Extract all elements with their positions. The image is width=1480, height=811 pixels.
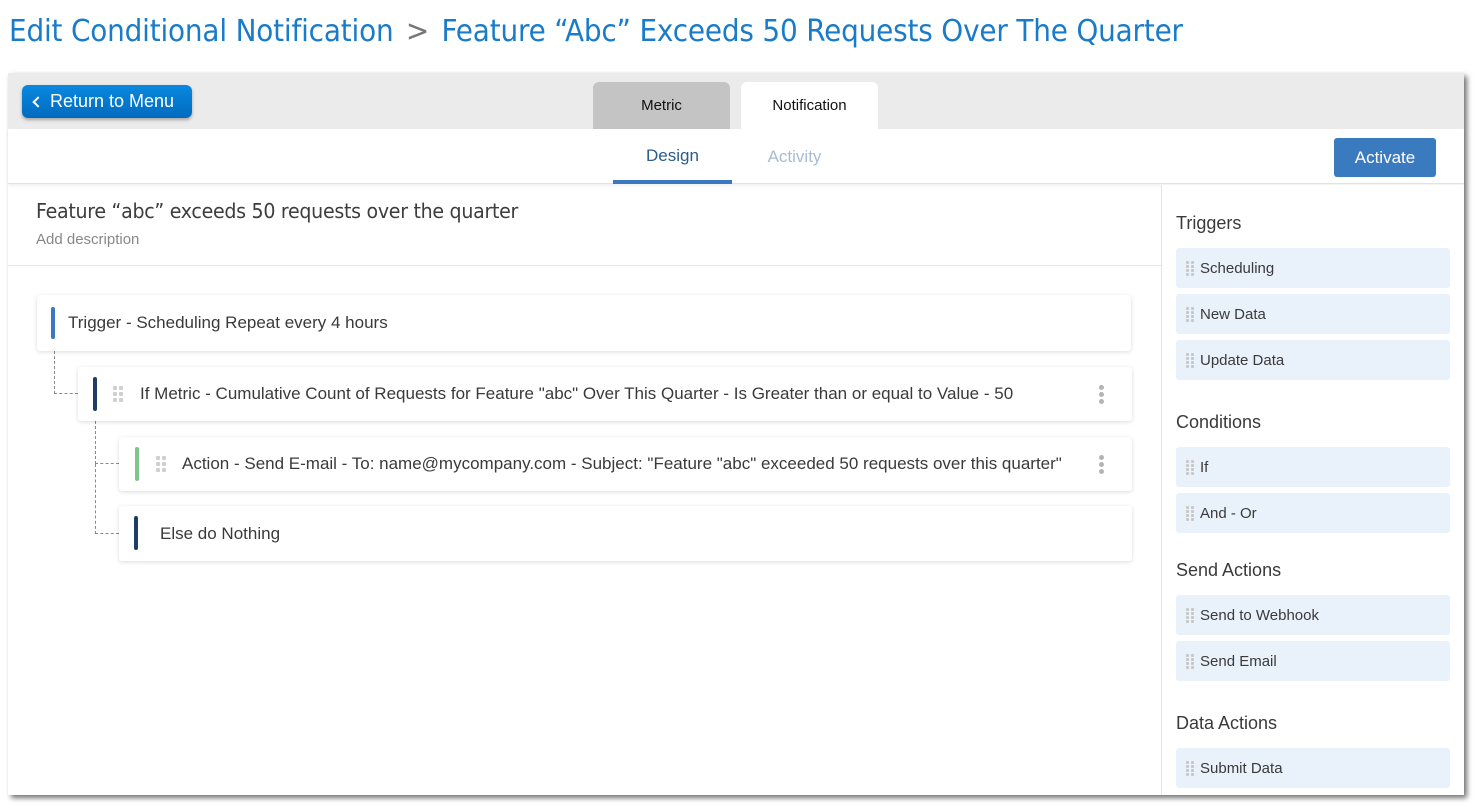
action-block[interactable]: Action - Send E-mail - To: name@mycompan… — [119, 437, 1132, 491]
trigger-block[interactable]: Trigger - Scheduling Repeat every 4 hour… — [37, 295, 1131, 351]
description-field[interactable]: Add description — [36, 231, 139, 248]
drag-handle-icon — [1186, 654, 1196, 669]
connector-line — [54, 351, 78, 394]
action-text: Action - Send E-mail - To: name@mycompan… — [182, 454, 1062, 473]
drag-handle-icon — [1186, 353, 1196, 368]
condition-block[interactable]: If Metric - Cumulative Count of Requests… — [78, 367, 1132, 421]
else-text: Else do Nothing — [160, 523, 281, 543]
notification-name[interactable]: Feature “abc” exceeds 50 requests over t… — [36, 199, 518, 223]
trigger-indicator — [51, 307, 55, 339]
page-title-prefix: Edit Conditional Notification — [9, 14, 394, 49]
action-indicator — [135, 447, 139, 481]
drag-handle-icon — [1186, 460, 1196, 475]
trigger-text: Trigger - Scheduling Repeat every 4 hour… — [68, 313, 388, 332]
tab-notification[interactable]: Notification — [741, 82, 878, 129]
palette-item-submit-data[interactable]: Submit Data — [1176, 748, 1450, 788]
connector-line — [95, 421, 119, 464]
else-indicator — [134, 516, 138, 550]
palette-item-label: New Data — [1200, 305, 1266, 323]
drag-handle-icon[interactable] — [156, 456, 166, 472]
activate-button[interactable]: Activate — [1334, 138, 1436, 177]
sub-tab-bar: Design Activity Activate — [8, 129, 1464, 184]
divider — [8, 265, 1161, 266]
more-options-icon[interactable] — [1099, 454, 1104, 474]
subtab-activity[interactable]: Activity — [735, 129, 854, 184]
condition-indicator — [93, 377, 97, 411]
chevron-left-icon — [32, 95, 44, 108]
palette-item-if[interactable]: If — [1176, 447, 1450, 487]
section-title-triggers: Triggers — [1176, 213, 1242, 233]
palette-item-and-or[interactable]: And - Or — [1176, 493, 1450, 533]
section-title-data-actions: Data Actions — [1176, 713, 1278, 733]
tab-metric[interactable]: Metric — [593, 82, 730, 129]
drag-handle-icon — [1186, 608, 1196, 623]
palette-item-update-data[interactable]: Update Data — [1176, 340, 1450, 380]
more-options-icon[interactable] — [1099, 384, 1104, 404]
section-title-send-actions: Send Actions — [1176, 560, 1282, 580]
return-to-menu-label: Return to Menu — [50, 91, 175, 111]
connector-line — [95, 464, 119, 534]
return-to-menu-button[interactable]: Return to Menu — [22, 85, 192, 118]
palette-item-label: Send to Webhook — [1200, 606, 1319, 624]
palette-item-new-data[interactable]: New Data — [1176, 294, 1450, 334]
top-bar: Return to Menu Metric Notification — [8, 73, 1464, 129]
drag-handle-icon — [1186, 261, 1196, 276]
drag-handle-icon — [1186, 307, 1196, 322]
drag-handle-icon — [1186, 506, 1196, 521]
page-title: Edit Conditional Notification > Feature … — [9, 14, 1183, 49]
palette-item-send-email[interactable]: Send Email — [1176, 641, 1450, 681]
palette-item-scheduling[interactable]: Scheduling — [1176, 248, 1450, 288]
drag-handle-icon — [1186, 761, 1196, 776]
condition-text: If Metric - Cumulative Count of Requests… — [140, 384, 1014, 403]
section-title-conditions: Conditions — [1176, 412, 1262, 432]
else-block[interactable]: Else do Nothing — [119, 506, 1132, 561]
palette-item-label: Update Data — [1200, 351, 1285, 369]
palette-item-send-to-webhook[interactable]: Send to Webhook — [1176, 595, 1450, 635]
palette-item-label: Submit Data — [1200, 759, 1283, 777]
page-title-subject: Feature “Abc” Exceeds 50 Requests Over T… — [441, 14, 1183, 49]
editor-window: Return to Menu Metric Notification Desig… — [8, 73, 1464, 795]
drag-handle-icon[interactable] — [113, 386, 123, 402]
breadcrumb-separator: > — [405, 14, 430, 49]
subtab-design[interactable]: Design — [613, 129, 732, 184]
palette-item-label: If — [1200, 458, 1209, 476]
palette-item-label: And - Or — [1200, 504, 1257, 522]
component-palette: Triggers Scheduling New Data Update Data… — [1161, 185, 1464, 795]
palette-item-label: Send Email — [1200, 652, 1277, 670]
design-canvas: Feature “abc” exceeds 50 requests over t… — [8, 185, 1161, 795]
palette-item-label: Scheduling — [1200, 259, 1275, 277]
